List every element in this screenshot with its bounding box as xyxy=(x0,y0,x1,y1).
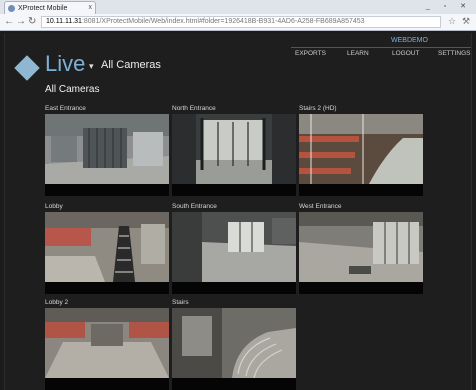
favicon-icon xyxy=(8,5,15,12)
browser-tabbar: XProtect Mobile x _ ▫ ✕ xyxy=(0,0,476,14)
feed-status-bar xyxy=(45,184,169,196)
camera-tile[interactable]: North Entrance xyxy=(172,105,296,196)
url-host: 10.11.11.31 xyxy=(46,18,82,25)
camera-feed[interactable] xyxy=(172,114,296,184)
nav-learn[interactable]: LEARN xyxy=(347,50,369,57)
feed-status-bar xyxy=(299,184,423,196)
camera-feed[interactable] xyxy=(45,114,169,184)
camera-feed[interactable] xyxy=(45,308,169,378)
feed-status-bar xyxy=(172,184,296,196)
camera-label: Lobby 2 xyxy=(45,299,69,306)
url-path: :8081/XProtectMobile/Web/index.html#fold… xyxy=(81,18,365,25)
page-title: Live xyxy=(45,51,86,76)
close-tab-icon[interactable]: x xyxy=(89,4,93,11)
window-controls-icon[interactable]: _ ▫ ✕ xyxy=(426,2,472,10)
username-label: WEBDEMO xyxy=(391,37,428,44)
camera-tile[interactable]: Lobby 2 xyxy=(45,299,169,390)
camera-tile[interactable]: Stairs xyxy=(172,299,296,390)
camera-tile[interactable]: East Entrance xyxy=(45,105,169,196)
feed-status-bar xyxy=(172,378,296,390)
camera-feed[interactable] xyxy=(45,212,169,282)
bookmark-star-icon[interactable]: ☆ xyxy=(448,16,456,27)
camera-label: South Entrance xyxy=(172,203,217,210)
app-area: Live ▾ All Cameras WEBDEMO EXPORTS LEARN… xyxy=(0,31,476,390)
camera-label: East Entrance xyxy=(45,105,86,112)
feed-status-bar xyxy=(45,282,169,294)
section-title: All Cameras xyxy=(45,84,100,95)
nav-exports[interactable]: EXPORTS xyxy=(295,50,326,57)
feed-status-bar xyxy=(45,378,169,390)
camera-label: West Entrance xyxy=(299,203,342,210)
app-panel: Live ▾ All Cameras WEBDEMO EXPORTS LEARN… xyxy=(4,33,472,390)
view-dropdown-chevron-icon[interactable]: ▾ xyxy=(89,61,94,72)
wrench-icon[interactable]: ⚒ xyxy=(462,16,470,27)
top-nav: EXPORTS LEARN LOGOUT SETTINGS xyxy=(291,47,471,59)
camera-tile[interactable]: Stairs 2 (HD) xyxy=(299,105,423,196)
milestone-logo-icon xyxy=(14,55,40,81)
camera-label: North Entrance xyxy=(172,105,216,112)
reload-icon[interactable]: ↻ xyxy=(28,16,36,28)
feed-status-bar xyxy=(299,282,423,294)
camera-feed[interactable] xyxy=(299,114,423,184)
camera-feed[interactable] xyxy=(172,212,296,282)
camera-label: Lobby xyxy=(45,203,63,210)
address-bar: ← → ↻ 10.11.11.31:8081/XProtectMobile/We… xyxy=(0,14,476,31)
feed-status-bar xyxy=(172,282,296,294)
nav-settings[interactable]: SETTINGS xyxy=(438,50,471,57)
forward-icon[interactable]: → xyxy=(16,16,26,28)
camera-tile[interactable]: South Entrance xyxy=(172,203,296,294)
camera-feed[interactable] xyxy=(299,212,423,282)
camera-label: Stairs xyxy=(172,299,189,306)
camera-tile[interactable]: Lobby xyxy=(45,203,169,294)
view-selector[interactable]: All Cameras xyxy=(101,59,161,71)
browser-tab[interactable]: XProtect Mobile x xyxy=(4,1,96,14)
camera-label: Stairs 2 (HD) xyxy=(299,105,337,112)
browser-tab-title: XProtect Mobile xyxy=(18,5,68,12)
camera-tile[interactable]: West Entrance xyxy=(299,203,423,294)
camera-feed[interactable] xyxy=(172,308,296,378)
url-field[interactable]: 10.11.11.31:8081/XProtectMobile/Web/inde… xyxy=(41,16,441,28)
back-icon[interactable]: ← xyxy=(4,16,14,28)
nav-logout[interactable]: LOGOUT xyxy=(392,50,419,57)
